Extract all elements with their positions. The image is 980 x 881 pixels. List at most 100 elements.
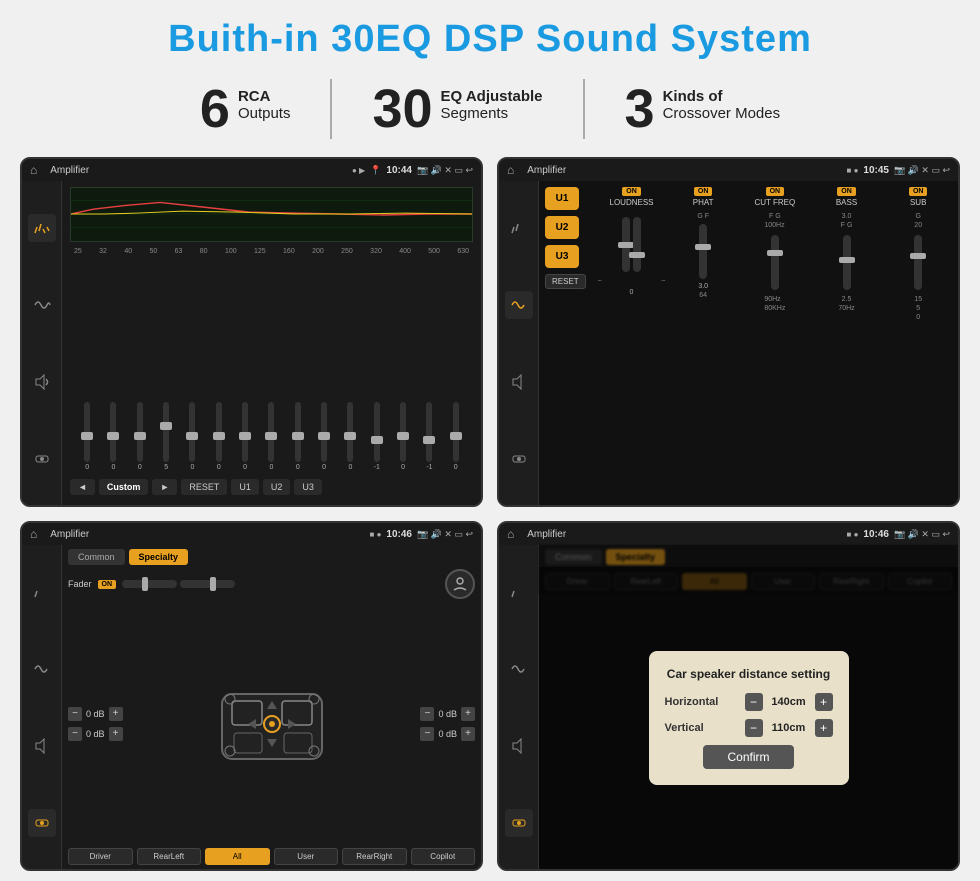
eq-slider-11: 0 — [337, 402, 363, 471]
fader-status-icons: 📷 🔊 ✕ ▭ ↩ — [417, 529, 473, 540]
fader-left-bottom-minus[interactable]: − — [68, 727, 82, 741]
fader-right-top-plus[interactable]: + — [461, 707, 475, 721]
eq-slider-7: 0 — [232, 402, 258, 471]
eq-custom-button[interactable]: Custom — [99, 479, 149, 495]
eq-thumb-15[interactable] — [450, 432, 462, 440]
eq-next-button[interactable]: ► — [152, 479, 177, 495]
eq-freq-100: 100 — [225, 248, 237, 255]
dialog-vertical-minus[interactable]: − — [745, 719, 763, 737]
eq-thumb-4[interactable] — [160, 422, 172, 430]
fader-sidebar-eq-icon[interactable] — [28, 578, 56, 606]
crossover-reset-button[interactable]: RESET — [545, 274, 586, 289]
dialog-horizontal-plus[interactable]: + — [815, 693, 833, 711]
eq-thumb-5[interactable] — [186, 432, 198, 440]
dialog-horizontal-minus[interactable]: − — [745, 693, 763, 711]
crossover-dots: ■ ● — [847, 166, 859, 175]
u3-button[interactable]: U3 — [545, 245, 579, 268]
dialog-home-icon[interactable]: ⌂ — [507, 527, 514, 541]
eq-thumb-11[interactable] — [344, 432, 356, 440]
cutfreq-thumb[interactable] — [767, 250, 783, 256]
fader-left-bottom-plus[interactable]: + — [109, 727, 123, 741]
fader-thumb-1[interactable] — [142, 577, 148, 591]
fader-right-bottom-plus[interactable]: + — [461, 727, 475, 741]
eq-status-title: Amplifier — [50, 165, 347, 176]
stats-row: 6 RCA Outputs 30 EQ Adjustable Segments … — [20, 79, 960, 139]
eq-u3-button[interactable]: U3 — [294, 479, 322, 495]
fader-right-top-value: 0 dB — [438, 709, 457, 719]
fader-left-top-plus[interactable]: + — [109, 707, 123, 721]
eq-thumb-13[interactable] — [397, 432, 409, 440]
eq-slider-9: 0 — [285, 402, 311, 471]
stat-label-sub-rca: Outputs — [238, 105, 291, 122]
eq-status-icons: 📍 — [370, 165, 381, 176]
fader-user-button[interactable]: User — [274, 848, 339, 865]
fader-rear-left-button[interactable]: RearLeft — [137, 848, 202, 865]
eq-thumb-10[interactable] — [318, 432, 330, 440]
u-buttons: U1 U2 U3 RESET — [545, 187, 592, 499]
dialog-common-tab[interactable]: Common — [545, 549, 602, 565]
eq-thumb-3[interactable] — [134, 432, 146, 440]
fader-common-tab[interactable]: Common — [68, 549, 125, 565]
fader-sidebar-balance-icon[interactable] — [28, 809, 56, 837]
eq-u1-button[interactable]: U1 — [231, 479, 259, 495]
crossover-sidebar-cross-icon[interactable] — [505, 291, 533, 319]
loudness-sliders — [622, 213, 641, 276]
eq-thumb-7[interactable] — [239, 432, 251, 440]
dialog-specialty-tab[interactable]: Specialty — [606, 549, 666, 565]
fader-right-bottom-db: − 0 dB + — [420, 727, 475, 741]
fader-driver-button[interactable]: Driver — [68, 848, 133, 865]
eq-thumb-1[interactable] — [81, 432, 93, 440]
loudness-thumb-1[interactable] — [618, 242, 634, 248]
eq-nav-row: ◄ Custom ► RESET U1 U2 U3 — [70, 475, 473, 499]
phat-thumb[interactable] — [695, 244, 711, 250]
fader-right-top-minus[interactable]: − — [420, 707, 434, 721]
fader-copilot-button[interactable]: Copilot — [411, 848, 476, 865]
eq-reset-button[interactable]: RESET — [181, 479, 227, 495]
eq-thumb-2[interactable] — [107, 432, 119, 440]
fader-right-bottom-minus[interactable]: − — [420, 727, 434, 741]
fader-main-panel: Common Specialty Fader ON — [62, 545, 481, 869]
bass-thumb[interactable] — [839, 257, 855, 263]
eq-sidebar-vol-icon[interactable] — [28, 368, 56, 396]
dialog-sidebar-wave-icon[interactable] — [505, 655, 533, 683]
fader-specialty-tab[interactable]: Specialty — [129, 549, 189, 565]
crossover-sidebar-eq-icon[interactable] — [505, 214, 533, 242]
eq-home-icon[interactable]: ⌂ — [30, 163, 37, 177]
fader-all-button[interactable]: All — [205, 848, 270, 865]
eq-thumb-14[interactable] — [423, 436, 435, 444]
eq-prev-button[interactable]: ◄ — [70, 479, 95, 495]
crossover-sidebar-vol-icon[interactable] — [505, 368, 533, 396]
loudness-thumb-2[interactable] — [629, 252, 645, 258]
dialog-vertical-plus[interactable]: + — [815, 719, 833, 737]
eq-thumb-8[interactable] — [265, 432, 277, 440]
eq-sidebar-wave-icon[interactable] — [28, 291, 56, 319]
fader-sidebar-wave-icon[interactable] — [28, 655, 56, 683]
eq-thumb-9[interactable] — [292, 432, 304, 440]
crossover-sidebar-balance-icon[interactable] — [505, 445, 533, 473]
eq-status-bar: ⌂ Amplifier ● ▶ 📍 10:44 📷 🔊 ✕ ▭ ↩ — [22, 159, 481, 181]
fader-thumb-2[interactable] — [210, 577, 216, 591]
fader-left-top-db: − 0 dB + — [68, 707, 123, 721]
eq-u2-button[interactable]: U2 — [263, 479, 291, 495]
eq-thumb-6[interactable] — [213, 432, 225, 440]
eq-sidebar-balance-icon[interactable] — [28, 445, 56, 473]
dialog-vertical-value: 110cm — [767, 722, 811, 734]
crossover-home-icon[interactable]: ⌂ — [507, 163, 514, 177]
dialog-tab-row: Common Specialty — [545, 549, 952, 565]
eq-freq-40: 40 — [124, 248, 132, 255]
fader-sidebar-vol-icon[interactable] — [28, 732, 56, 760]
eq-sidebar-eq-icon[interactable] — [28, 214, 56, 242]
dialog-confirm-button[interactable]: Confirm — [703, 745, 793, 769]
dialog-sidebar-eq-icon[interactable] — [505, 578, 533, 606]
stat-number-rca: 6 — [200, 82, 230, 136]
sub-thumb[interactable] — [910, 253, 926, 259]
fader-left-top-minus[interactable]: − — [68, 707, 82, 721]
dialog-sidebar-balance-icon[interactable] — [505, 809, 533, 837]
dialog-sidebar-vol-icon[interactable] — [505, 732, 533, 760]
fader-home-icon[interactable]: ⌂ — [30, 527, 37, 541]
u2-button[interactable]: U2 — [545, 216, 579, 239]
eq-graph — [70, 187, 473, 242]
eq-thumb-12[interactable] — [371, 436, 383, 444]
u1-button[interactable]: U1 — [545, 187, 579, 210]
fader-rear-right-button[interactable]: RearRight — [342, 848, 407, 865]
